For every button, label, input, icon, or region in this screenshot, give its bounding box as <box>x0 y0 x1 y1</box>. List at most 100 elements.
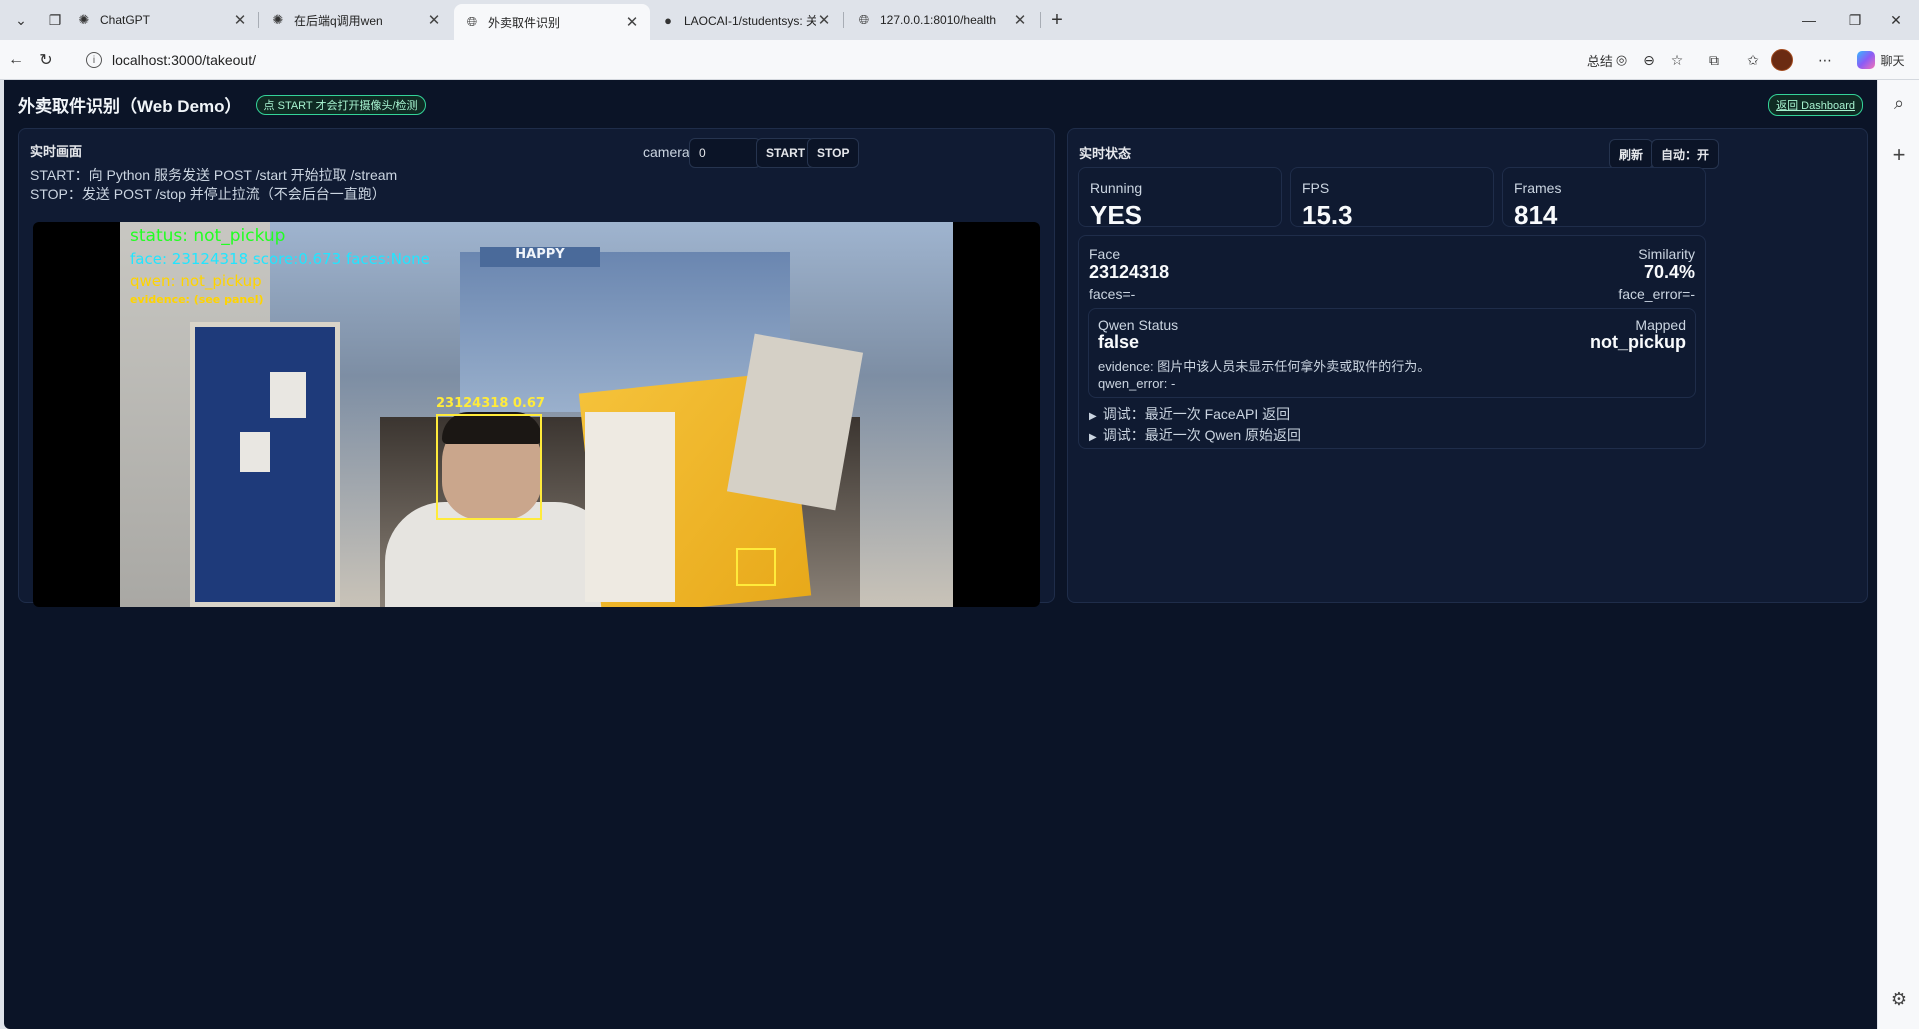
qwen-error-text: qwen_error: - <box>1098 376 1176 391</box>
sidebar-add-icon[interactable]: + <box>1888 142 1910 167</box>
tab-title: 外卖取件识别 <box>488 15 561 30</box>
video-stream: HAPPY status: not_pickup face: 23124318 … <box>33 222 1040 607</box>
avatar-image <box>1771 49 1793 71</box>
face-id-value: 23124318 <box>1089 262 1170 282</box>
status-panel: 实时状态 刷新 自动：开 Running YES FPS 15.3 Frames… <box>1067 128 1868 603</box>
globe-icon: 🌐︎ <box>466 14 478 29</box>
back-arrow-icon[interactable]: ← <box>2 46 30 74</box>
tab-close-icon[interactable]: ✕ <box>426 11 442 29</box>
app-page: 外卖取件识别（Web Demo） 点 START 才会打开摄像头/检测 返回 D… <box>4 80 1877 1029</box>
help-stop-text: STOP：发送 POST /stop 并停止拉流（不会后台一直跑） <box>30 186 386 202</box>
app-header: 外卖取件识别（Web Demo） 点 START 才会打开摄像头/检测 <box>18 92 426 117</box>
tab-backend-qwen[interactable]: ✺ 在后端q调用wen ✕ <box>260 4 452 36</box>
tab-close-icon[interactable]: ✕ <box>624 13 640 31</box>
face-error-text: face_error=- <box>1618 286 1695 302</box>
stop-button[interactable]: STOP <box>807 138 860 168</box>
camera-index-input[interactable] <box>689 138 761 168</box>
tab-close-icon[interactable]: ✕ <box>232 11 248 29</box>
recognition-card: Face 23124318 Similarity 70.4% faces=- f… <box>1078 235 1706 449</box>
chat-label: 聊天 <box>1880 53 1905 68</box>
favorites-list-icon[interactable]: ✩ <box>1742 48 1764 72</box>
disclosure-triangle-icon: ▶ <box>1089 432 1097 443</box>
copilot-chat-button[interactable]: 聊天 <box>1848 48 1914 72</box>
qwen-card: Qwen Status false Mapped not_pickup evid… <box>1088 308 1696 398</box>
evidence-text: evidence: 图片中该人员未显示任何拿外卖或取件的行为。 <box>1098 359 1431 374</box>
globe-icon: 🌐︎ <box>858 12 870 27</box>
tab-close-icon[interactable]: ✕ <box>1012 11 1028 29</box>
fps-card: FPS 15.3 <box>1290 167 1494 230</box>
new-tab-plus-icon[interactable]: + <box>1042 6 1072 34</box>
similarity-value: 70.4% <box>1643 262 1695 282</box>
refresh-button[interactable]: 刷新 <box>1609 139 1654 169</box>
window-close-icon[interactable]: ✕ <box>1873 6 1919 34</box>
hint-badge: 点 START 才会打开摄像头/检测 <box>255 94 426 115</box>
debug-faceapi-toggle[interactable]: ▶ 调试：最近一次 FaceAPI 返回 <box>1089 404 1290 424</box>
more-menu-icon[interactable]: ⋯ <box>1814 48 1836 72</box>
reload-icon[interactable]: ↻ <box>32 46 60 74</box>
page-title: 外卖取件识别（Web Demo） <box>18 97 242 116</box>
sidebar-search-icon[interactable]: ⌕ <box>1888 92 1910 114</box>
chatgpt-icon: ✺ <box>272 12 284 27</box>
tab-separator <box>843 12 844 28</box>
back-dashboard-link[interactable]: 返回 Dashboard <box>1768 94 1863 116</box>
tab-title: 在后端q调用wen <box>294 13 383 28</box>
help-start-text: START：向 Python 服务发送 POST /start 开始拉取 /st… <box>30 167 398 183</box>
face-label: Face <box>1089 246 1121 262</box>
debug-faceapi-label: 调试：最近一次 FaceAPI 返回 <box>1102 406 1291 422</box>
sidebar-settings-gear-icon[interactable]: ⚙ <box>1888 988 1910 1010</box>
happy-banner-text: HAPPY <box>480 247 600 267</box>
frames-value: 814 <box>1514 200 1558 230</box>
camera-frame-image: HAPPY status: not_pickup face: 23124318 … <box>120 222 953 607</box>
auto-refresh-toggle[interactable]: 自动：开 <box>1651 139 1720 169</box>
overlay-evidence: evidence: (see panel) <box>130 293 264 306</box>
tab-separator <box>258 12 259 28</box>
restore-icon[interactable]: ❐ <box>1832 6 1878 34</box>
overlay-status: status: not_pickup <box>130 226 286 246</box>
qwen-status-label: Qwen Status <box>1098 317 1179 333</box>
chatgpt-icon: ✺ <box>78 12 90 27</box>
tab-title: 127.0.0.1:8010/health <box>880 13 997 27</box>
summarize-label: 总结 <box>1586 53 1613 69</box>
url-text: localhost:3000/takeout/ <box>112 52 256 68</box>
door-note <box>240 432 270 472</box>
site-info-icon[interactable]: i <box>86 52 102 68</box>
extensions-icon[interactable]: ⧉ <box>1703 48 1725 72</box>
mapped-label: Mapped <box>1635 317 1686 333</box>
camera-label: camera <box>643 144 690 160</box>
running-card: Running YES <box>1078 167 1282 230</box>
status-panel-title: 实时状态 <box>1079 146 1132 161</box>
tab-close-icon[interactable]: ✕ <box>816 11 832 29</box>
qwen-status-value: false <box>1098 332 1140 352</box>
running-value: YES <box>1090 200 1143 230</box>
running-label: Running <box>1090 180 1143 196</box>
object-bounding-box <box>736 548 776 586</box>
debug-qwen-label: 调试：最近一次 Qwen 原始返回 <box>1102 427 1302 443</box>
tab-github[interactable]: ● LAOCAI-1/studentsys: 关于软工小 ✕ <box>650 4 842 36</box>
debug-qwen-toggle[interactable]: ▶ 调试：最近一次 Qwen 原始返回 <box>1089 425 1301 445</box>
address-bar[interactable]: i localhost:3000/takeout/ <box>76 46 1586 74</box>
favorite-star-icon[interactable]: ☆ <box>1666 48 1688 72</box>
address-toolbar: ← ↻ i localhost:3000/takeout/ 总结 ◎ ⊖ ☆ ⧉… <box>0 40 1919 80</box>
tab-health[interactable]: 🌐︎ 127.0.0.1:8010/health ✕ <box>846 4 1038 36</box>
face-box-label: 23124318 0.67 <box>436 396 545 411</box>
frames-card: Frames 814 <box>1502 167 1706 230</box>
tab-takeout-active[interactable]: 🌐︎ 外卖取件识别 ✕ <box>454 4 650 40</box>
live-panel-title: 实时画面 <box>30 144 83 159</box>
fps-label: FPS <box>1302 180 1330 196</box>
zoom-icon[interactable]: ⊖ <box>1638 48 1660 72</box>
copilot-icon <box>1857 51 1876 69</box>
tab-chatgpt[interactable]: ✺ ChatGPT ✕ <box>66 4 258 36</box>
tab-list-chevron-icon[interactable]: ⌄ <box>6 6 36 34</box>
tab-title: LAOCAI-1/studentsys: 关于软工小 <box>684 13 816 28</box>
door-note <box>270 372 306 418</box>
overlay-qwen: qwen: not_pickup <box>130 272 262 290</box>
tab-separator <box>1040 12 1041 28</box>
browser-tab-bar: ⌄ ❐ ✺ ChatGPT ✕ ✺ 在后端q调用wen ✕ 🌐︎ 外卖取件识别 … <box>0 0 1919 40</box>
summarize-button[interactable]: 总结 ◎ <box>1580 48 1634 72</box>
overlay-face: face: 23124318 score:0.673 faces:None <box>130 250 430 268</box>
minimize-icon[interactable]: — <box>1786 6 1832 34</box>
frames-label: Frames <box>1514 180 1562 196</box>
live-panel: 实时画面 camera START STOP START：向 Python 服务… <box>18 128 1055 607</box>
profile-avatar[interactable] <box>1770 48 1794 72</box>
tab-title: ChatGPT <box>100 13 151 27</box>
